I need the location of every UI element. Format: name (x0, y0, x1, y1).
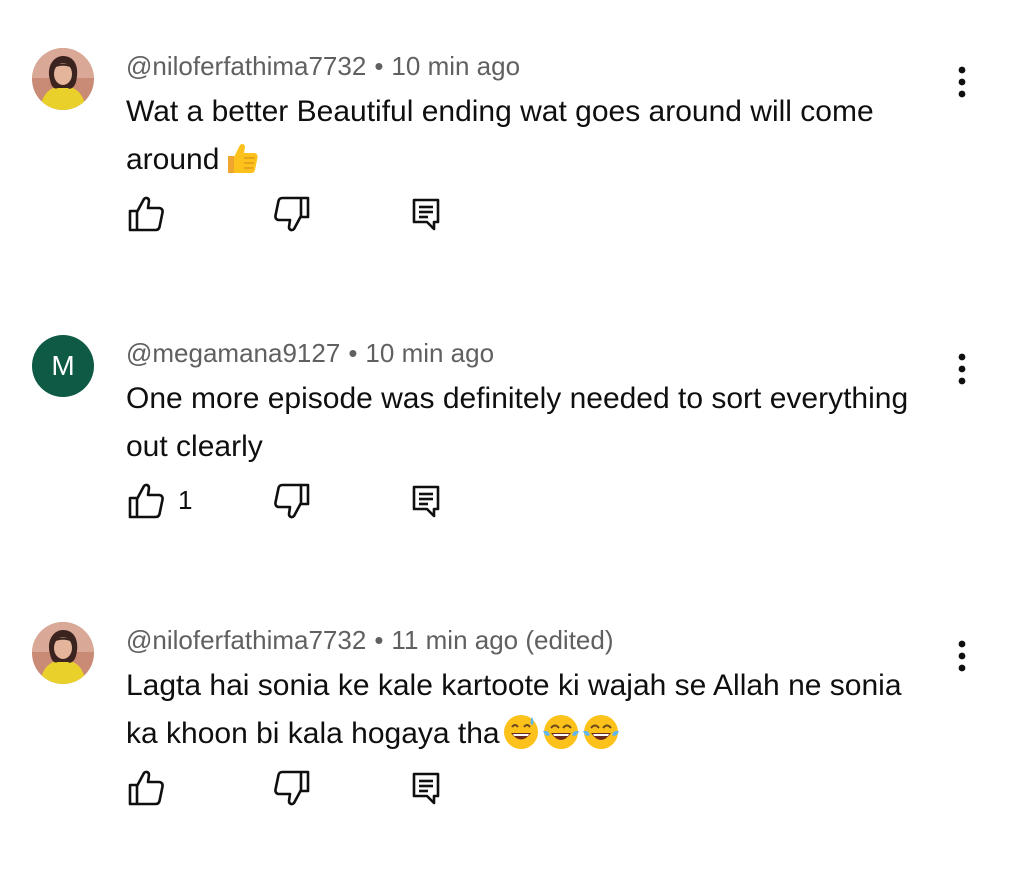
sweat-smile-emoji (502, 713, 540, 751)
avatar[interactable]: M (32, 335, 94, 397)
avatar[interactable] (32, 48, 94, 110)
comment-time: 10 min ago (391, 51, 521, 81)
comment-text: Wat a better Beautiful ending wat goes a… (126, 88, 926, 184)
more-vert-icon (946, 636, 978, 676)
thumbs-up-emoji (225, 141, 259, 175)
comment-author[interactable]: @megamana9127 (126, 338, 340, 368)
comment-text-body: One more episode was definitely needed t… (126, 382, 909, 463)
comment-meta: @niloferfathima7732 • 10 min ago (126, 50, 520, 82)
comment-icon (406, 481, 446, 521)
tears-of-joy-emoji (542, 713, 580, 751)
like-button[interactable] (126, 194, 166, 234)
avatar-letter: M (51, 350, 75, 381)
like-count: 1 (178, 485, 193, 515)
thumb-down-outline-icon (272, 481, 312, 521)
like-button[interactable] (126, 768, 166, 808)
comment-item: @niloferfathima7732 • 10 min ago Wat a bet… (0, 0, 1024, 287)
avatar-photo (32, 622, 94, 684)
reply-button[interactable] (406, 481, 446, 521)
dislike-button[interactable] (272, 768, 312, 808)
thumb-up-outline-icon (126, 768, 166, 808)
avatar[interactable] (32, 622, 94, 684)
comment-item: @niloferfathima7732 • 11 min ago (edited) … (0, 574, 1024, 861)
comment-meta: @niloferfathima7732 • 11 min ago (edited) (126, 624, 614, 656)
comment-item: M @megamana9127 • 10 min ago One more epis… (0, 287, 1024, 574)
dislike-button[interactable] (272, 481, 312, 521)
dislike-button[interactable] (272, 194, 312, 234)
meta-separator: • (374, 625, 384, 655)
more-options-button[interactable] (946, 349, 978, 389)
comment-author[interactable]: @niloferfathima7732 (126, 51, 366, 81)
meta-separator: • (348, 338, 358, 368)
comment-time: 10 min ago (365, 338, 495, 368)
reply-button[interactable] (406, 194, 446, 234)
thumb-down-outline-icon (272, 194, 312, 234)
thumb-up-outline-icon (126, 481, 166, 521)
thumb-down-outline-icon (272, 768, 312, 808)
comment-icon (406, 194, 446, 234)
comment-author[interactable]: @niloferfathima7732 (126, 625, 366, 655)
more-vert-icon (946, 349, 978, 389)
more-vert-icon (946, 62, 978, 102)
thumb-up-outline-icon (126, 194, 166, 234)
comment-text: Lagta hai sonia ke kale kartoote ki waja… (126, 662, 926, 758)
comment-icon (406, 768, 446, 808)
more-options-button[interactable] (946, 636, 978, 676)
reply-button[interactable] (406, 768, 446, 808)
like-button[interactable] (126, 481, 166, 521)
comment-time: 11 min ago (edited) (391, 625, 614, 655)
avatar-photo (32, 48, 94, 110)
comment-meta: @megamana9127 • 10 min ago (126, 337, 494, 369)
comment-text: One more episode was definitely needed t… (126, 375, 926, 471)
more-options-button[interactable] (946, 62, 978, 102)
meta-separator: • (374, 51, 384, 81)
tears-of-joy-emoji (582, 713, 620, 751)
